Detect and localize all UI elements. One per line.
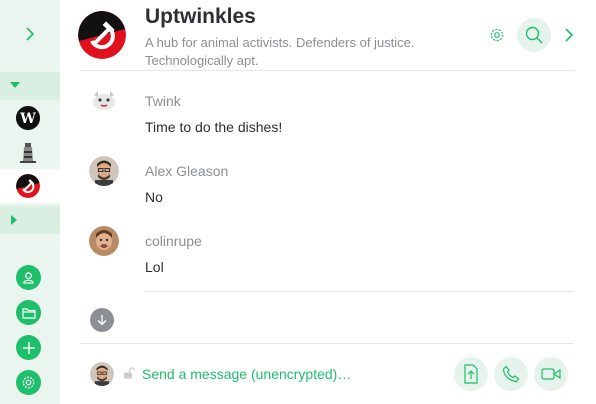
expand-sidebar-button[interactable]	[18, 22, 42, 46]
header-divider	[80, 70, 574, 71]
upload-file-icon	[464, 364, 478, 384]
video-camera-icon	[541, 368, 561, 380]
explore-rooms-button[interactable]	[16, 300, 41, 325]
timeline-message: Twink Time to do the dishes!	[0, 86, 596, 156]
message-body: No	[145, 189, 163, 205]
create-room-button[interactable]	[16, 335, 41, 360]
video-call-button[interactable]	[534, 357, 568, 391]
sender-avatar[interactable]	[89, 226, 119, 256]
sender-avatar[interactable]	[89, 156, 119, 186]
room-avatar[interactable]	[78, 11, 126, 59]
room-settings-button[interactable]	[486, 24, 508, 46]
chevron-right-icon	[26, 27, 35, 41]
search-button[interactable]	[517, 18, 551, 52]
sender-avatar[interactable]	[89, 86, 119, 116]
message-composer-input[interactable]: Send a message (unencrypted)…	[142, 366, 351, 382]
chevron-right-icon	[564, 28, 573, 42]
arrow-down-icon	[97, 315, 107, 326]
upload-button[interactable]	[454, 357, 488, 391]
search-icon	[525, 26, 543, 44]
room-title[interactable]: Uptwinkles	[145, 5, 256, 29]
timeline-message: colinrupe Lol	[0, 226, 596, 296]
message-sender[interactable]: Twink	[145, 93, 181, 109]
jump-to-bottom-button[interactable]	[90, 308, 114, 332]
composer-divider	[80, 343, 574, 344]
timeline-message: Alex Gleason No	[0, 156, 596, 226]
phone-icon	[502, 365, 520, 383]
message-body: Time to do the dishes!	[145, 119, 283, 135]
gear-icon	[490, 28, 504, 42]
message-body: Lol	[145, 259, 164, 275]
room-topic[interactable]: A hub for animal activists. Defenders of…	[145, 34, 445, 69]
message-sender[interactable]: Alex Gleason	[145, 163, 228, 179]
toggle-right-panel-button[interactable]	[560, 24, 576, 46]
voice-call-button[interactable]	[494, 357, 528, 391]
message-sender[interactable]: colinrupe	[145, 233, 202, 249]
plus-icon	[22, 341, 35, 354]
own-avatar	[90, 362, 114, 386]
settings-button[interactable]	[16, 370, 41, 395]
gear-icon	[22, 376, 35, 389]
folder-icon	[21, 307, 36, 319]
unlocked-icon	[124, 367, 135, 379]
read-marker	[145, 291, 574, 292]
